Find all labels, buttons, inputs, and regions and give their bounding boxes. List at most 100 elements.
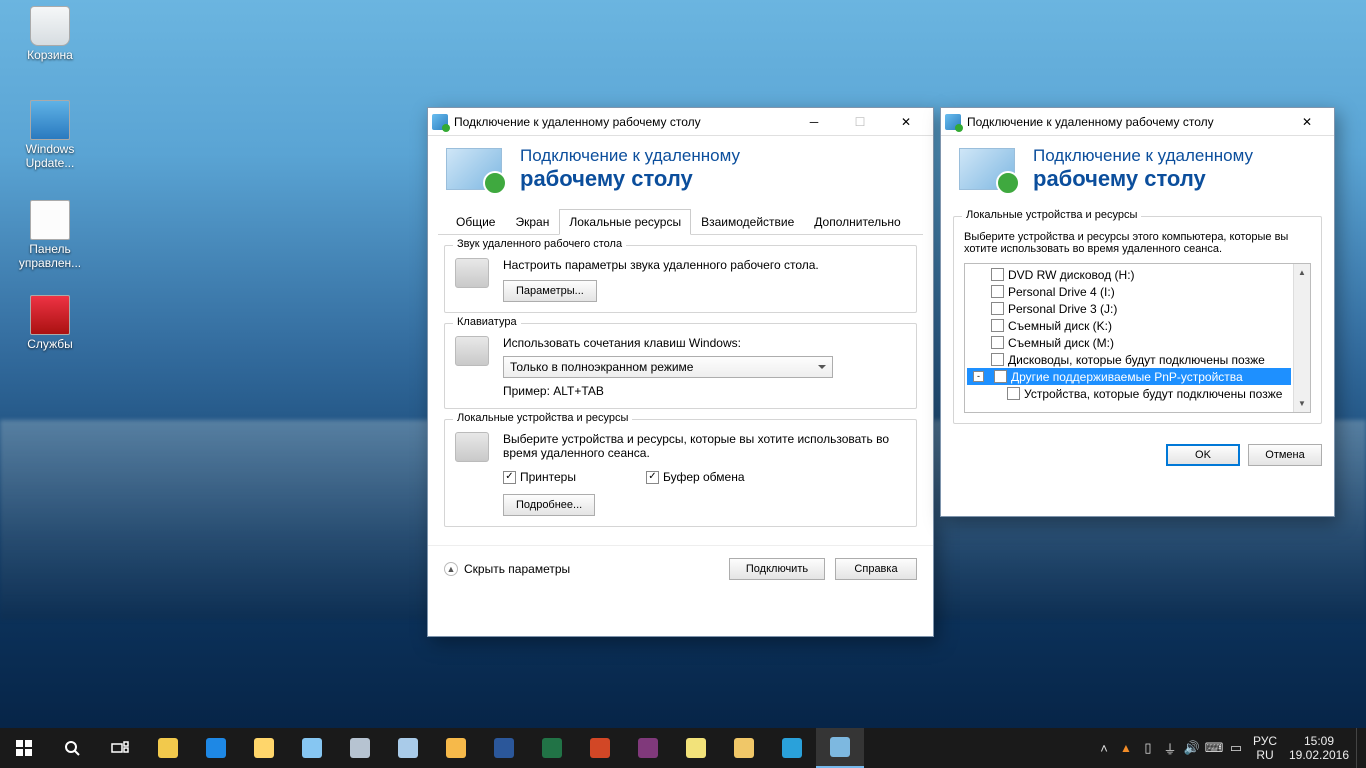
taskbar-app-onenote[interactable] (624, 728, 672, 768)
tray-chevron-up-icon[interactable]: ˄ (1094, 728, 1114, 768)
audio-settings-button[interactable]: Параметры... (503, 280, 597, 302)
tab-experience[interactable]: Взаимодействие (691, 209, 804, 235)
tree-item[interactable]: Съемный диск (M:) (967, 334, 1291, 351)
scroll-down-icon[interactable]: ▼ (1294, 395, 1310, 412)
checkbox-printers[interactable]: ✓Принтеры (503, 470, 576, 484)
control-panel-icon (30, 200, 70, 240)
tray-language[interactable]: РУС RU (1248, 734, 1282, 763)
keyboard-combo-select[interactable]: Только в полноэкранном режиме (503, 356, 833, 378)
titlebar[interactable]: Подключение к удаленному рабочему столу … (428, 108, 933, 136)
tree-checkbox[interactable] (1007, 387, 1020, 400)
taskbar-app-telegram[interactable] (768, 728, 816, 768)
tree-item-label: Personal Drive 3 (J:) (1008, 302, 1117, 316)
tree-item[interactable]: -Другие поддерживаемые PnP-устройства (967, 368, 1291, 385)
mstsc-icon (830, 737, 850, 757)
tray-volume-icon[interactable]: 🔊 (1182, 728, 1202, 768)
checkbox-label: Принтеры (520, 470, 576, 484)
tray-vlc-icon[interactable]: ▲ (1116, 728, 1136, 768)
tab-local-resources[interactable]: Локальные ресурсы (559, 209, 691, 235)
desktop-icon-recycle-bin[interactable]: Корзина (14, 6, 86, 62)
tree-item[interactable]: DVD RW дисковод (H:) (967, 266, 1291, 283)
titlebar[interactable]: Подключение к удаленному рабочему столу … (941, 108, 1334, 136)
taskbar-app-search[interactable] (48, 728, 96, 768)
minimize-button[interactable]: ─ (791, 108, 837, 136)
taskbar-app-mstsc[interactable] (816, 728, 864, 768)
tree-checkbox[interactable] (991, 268, 1004, 281)
tree-item[interactable]: Personal Drive 4 (I:) (967, 283, 1291, 300)
ok-button[interactable]: OK (1166, 444, 1240, 466)
rdp-header-icon (959, 148, 1015, 190)
taskbar-app-start[interactable] (0, 728, 48, 768)
keyboard-icon (455, 336, 489, 366)
group-desc: Использовать сочетания клавиш Windows: (503, 336, 906, 350)
group-keyboard: Клавиатура Использовать сочетания клавиш… (444, 323, 917, 409)
select-value: Только в полноэкранном режиме (510, 360, 693, 374)
tree-checkbox[interactable] (991, 336, 1004, 349)
tree-checkbox[interactable] (991, 319, 1004, 332)
taskbar-app-paint[interactable] (336, 728, 384, 768)
window-footer: ▲ Скрыть параметры Подключить Справка (428, 545, 933, 592)
chevron-up-icon[interactable]: ▲ (444, 562, 458, 576)
lang-bottom: RU (1248, 748, 1282, 762)
taskbar-app-excel[interactable] (528, 728, 576, 768)
rdp-main-window: Подключение к удаленному рабочему столу … (427, 107, 934, 637)
show-desktop-button[interactable] (1356, 728, 1362, 768)
tree-checkbox[interactable] (994, 370, 1007, 383)
tree-checkbox[interactable] (991, 353, 1004, 366)
taskbar-app-word[interactable] (480, 728, 528, 768)
tabstrip: Общие Экран Локальные ресурсы Взаимодейс… (438, 208, 923, 235)
desktop-icon-label: Корзина (14, 48, 86, 62)
scroll-up-icon[interactable]: ▲ (1294, 264, 1310, 281)
tray-keyboard-icon[interactable]: ⌨ (1204, 728, 1224, 768)
tray-clock[interactable]: 15:09 19.02.2016 (1284, 734, 1354, 763)
tree-item[interactable]: Personal Drive 3 (J:) (967, 300, 1291, 317)
more-devices-button[interactable]: Подробнее... (503, 494, 595, 516)
taskbar-app-folder[interactable] (720, 728, 768, 768)
group-desc: Настроить параметры звука удаленного раб… (503, 258, 906, 272)
tree-item[interactable]: Устройства, которые будут подключены поз… (967, 385, 1291, 402)
tree-expander-icon[interactable]: - (973, 371, 984, 382)
tray-action-center-icon[interactable]: ▭ (1226, 728, 1246, 768)
taskbar-app-outlook[interactable] (432, 728, 480, 768)
rdp-header-icon (446, 148, 502, 190)
tree-item[interactable]: Съемный диск (K:) (967, 317, 1291, 334)
tree-checkbox[interactable] (991, 302, 1004, 315)
taskbar-app-powerpoint[interactable] (576, 728, 624, 768)
device-tree[interactable]: DVD RW дисковод (H:) Personal Drive 4 (I:… (964, 263, 1311, 413)
taskbar-app-sticky[interactable] (672, 728, 720, 768)
taskbar-app-explorer[interactable] (240, 728, 288, 768)
window-title: Подключение к удаленному рабочему столу (967, 115, 1284, 129)
tab-general[interactable]: Общие (446, 209, 505, 235)
maximize-button[interactable]: ☐ (837, 108, 883, 136)
taskbar-app-taskview[interactable] (96, 728, 144, 768)
desktop-icon-windows-update[interactable]: Windows Update... (14, 100, 86, 170)
help-button[interactable]: Справка (835, 558, 917, 580)
tree-item[interactable]: Дисководы, которые будут подключены позж… (967, 351, 1291, 368)
onenote-icon (638, 738, 658, 758)
tray-network-icon[interactable]: ⏚ (1160, 728, 1180, 768)
tree-checkbox[interactable] (991, 285, 1004, 298)
close-button[interactable]: ✕ (1284, 108, 1330, 136)
header-line1: Подключение к удаленному (520, 146, 740, 166)
cancel-button[interactable]: Отмена (1248, 444, 1322, 466)
scrollbar[interactable]: ▲ ▼ (1293, 264, 1310, 412)
taskbar-app-ie[interactable] (192, 728, 240, 768)
close-button[interactable]: ✕ (883, 108, 929, 136)
desktop-icon-services[interactable]: Службы (14, 295, 86, 351)
desktop-icon-control-panel[interactable]: Панель управлен... (14, 200, 86, 270)
tree-item-label: Personal Drive 4 (I:) (1008, 285, 1115, 299)
checkbox-clipboard[interactable]: ✓Буфер обмена (646, 470, 745, 484)
folder-icon (734, 738, 754, 758)
tab-display[interactable]: Экран (505, 209, 559, 235)
taskbar-app-chrome[interactable] (144, 728, 192, 768)
tab-advanced[interactable]: Дополнительно (804, 209, 910, 235)
group-legend: Звук удаленного рабочего стола (453, 238, 626, 250)
taskbar-app-magnifier[interactable] (384, 728, 432, 768)
hide-options-link[interactable]: Скрыть параметры (464, 562, 570, 576)
connect-button[interactable]: Подключить (729, 558, 825, 580)
rdp-icon (945, 114, 961, 130)
calc-icon (302, 738, 322, 758)
tree-item-label: DVD RW дисковод (H:) (1008, 268, 1135, 282)
tray-battery-icon[interactable]: ▯ (1138, 728, 1158, 768)
taskbar-app-calc[interactable] (288, 728, 336, 768)
